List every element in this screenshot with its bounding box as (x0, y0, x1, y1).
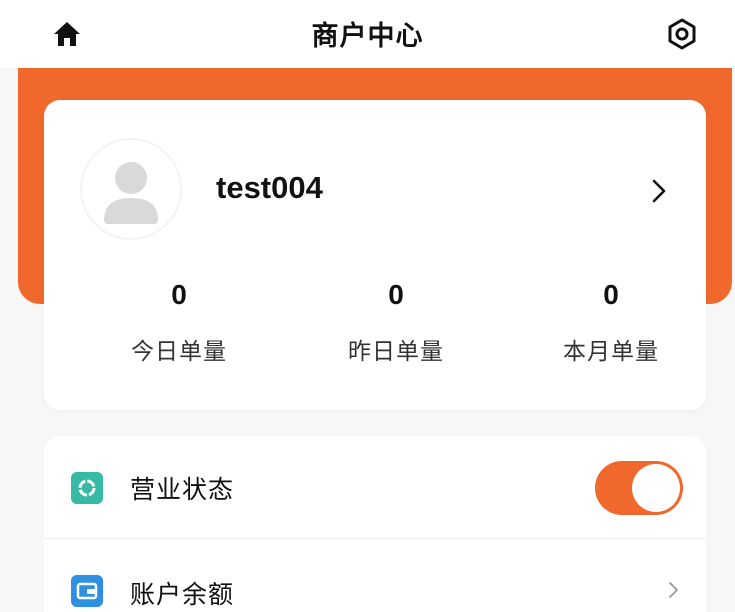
profile-row[interactable]: test004 (44, 100, 706, 280)
top-navigation-bar: 商户中心 (0, 0, 735, 68)
chevron-right-icon (652, 179, 666, 203)
merchant-center-page: 商户中心 test004 0 今日单量 0 昨日单量 0 本月单量 营业状态 账… (0, 0, 735, 612)
stat-month-orders[interactable]: 0 本月单量 (494, 278, 710, 388)
stat-today-orders[interactable]: 0 今日单量 (78, 278, 280, 388)
stat-label: 本月单量 (563, 339, 659, 365)
stat-value: 0 (388, 279, 404, 310)
menu-item-business-status: 营业状态 (44, 436, 706, 539)
toggle-knob (632, 464, 680, 512)
settings-icon (668, 18, 696, 50)
avatar-placeholder-icon (104, 162, 158, 224)
stat-yesterday-orders[interactable]: 0 昨日单量 (280, 278, 494, 388)
menu-card: 营业状态 账户余额 (44, 436, 706, 612)
avatar (82, 140, 180, 238)
menu-item-label: 营业状态 (130, 475, 235, 504)
order-stats: 0 今日单量 0 昨日单量 0 本月单量 (44, 278, 706, 388)
page-title: 商户中心 (311, 21, 424, 52)
username: test004 (216, 170, 323, 205)
menu-item-label: 账户余额 (130, 580, 235, 609)
menu-item-account-balance[interactable]: 账户余额 (44, 539, 706, 612)
stat-value: 0 (603, 279, 619, 310)
settings-button[interactable] (660, 12, 704, 56)
chevron-right-icon (669, 582, 678, 598)
wallet-icon (71, 575, 103, 607)
stat-label: 昨日单量 (348, 339, 444, 365)
stat-label: 今日单量 (131, 339, 227, 365)
business-status-toggle[interactable] (595, 461, 683, 515)
profile-card: test004 0 今日单量 0 昨日单量 0 本月单量 (44, 100, 706, 410)
business-status-icon (71, 472, 103, 504)
stat-value: 0 (171, 279, 187, 310)
